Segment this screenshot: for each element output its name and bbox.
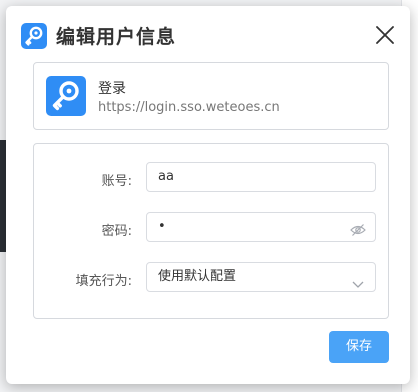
fill-behavior-value: 使用默认配置 <box>158 269 237 284</box>
save-button[interactable]: 保存 <box>329 331 389 363</box>
chevron-down-icon <box>352 272 364 288</box>
account-field[interactable]: aa <box>146 162 376 192</box>
close-icon[interactable] <box>374 24 396 46</box>
account-value: aa <box>158 169 174 184</box>
site-name: 登录 <box>98 81 126 97</box>
eye-hidden-icon[interactable] <box>350 220 366 236</box>
fill-behavior-select[interactable]: 使用默认配置 <box>146 262 376 292</box>
key-icon <box>21 23 47 49</box>
site-card: 登录 https://login.sso.weteoes.cn <box>33 62 389 130</box>
site-url: https://login.sso.weteoes.cn <box>98 100 280 115</box>
dialog-title: 编辑用户信息 <box>56 26 177 48</box>
password-value: • <box>158 219 166 234</box>
password-field[interactable]: • <box>146 212 376 242</box>
edit-user-dialog: 编辑用户信息 登录 https://login.sso.weteoes.cn 账… <box>6 6 410 384</box>
account-label: 账号: <box>101 174 132 189</box>
user-form: 账号: aa 密码: • 填充行为: 使用默认配置 <box>33 143 389 319</box>
key-icon <box>46 76 86 116</box>
password-label: 密码: <box>101 224 132 239</box>
fill-behavior-label: 填充行为: <box>75 274 132 289</box>
